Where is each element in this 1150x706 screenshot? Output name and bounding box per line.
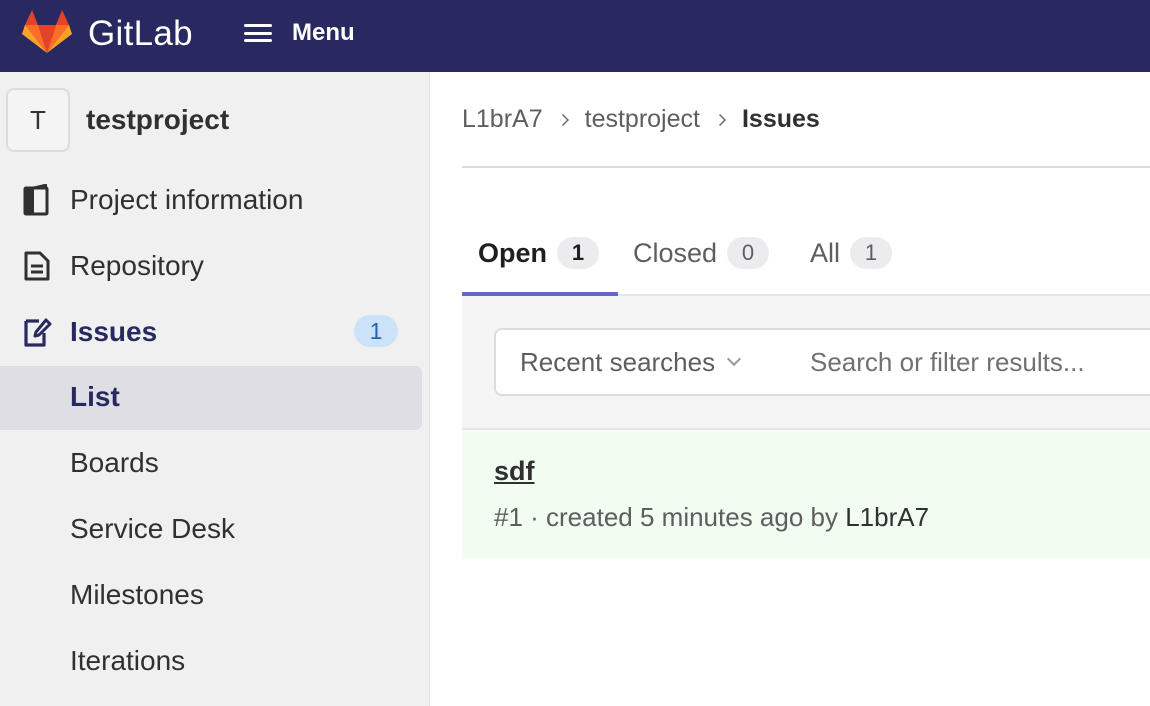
- breadcrumb-owner[interactable]: L1brA7: [462, 105, 543, 134]
- sidebar-subitem-boards[interactable]: Boards: [0, 432, 422, 496]
- recent-searches-dropdown[interactable]: Recent searches: [494, 328, 786, 396]
- top-navbar: GitLab Menu: [0, 0, 1150, 72]
- project-information-icon: [23, 184, 49, 216]
- issue-title-link[interactable]: sdf: [494, 456, 535, 487]
- sidebar-subitem-service-desk[interactable]: Service Desk: [0, 498, 422, 562]
- chevron-right-icon: [714, 113, 726, 126]
- issue-state-tabs: Open 1 Closed 0 All 1: [462, 212, 1150, 296]
- tab-all[interactable]: All 1: [810, 212, 893, 294]
- issue-meta-text: #1 · created 5 minutes ago by: [494, 502, 846, 532]
- tab-label: Closed: [633, 237, 718, 268]
- sidebar-item-project-information[interactable]: Project information: [0, 168, 422, 232]
- issues-icon: [24, 318, 52, 347]
- chevron-right-icon: [556, 113, 569, 126]
- breadcrumb: L1brA7 testproject Issues: [462, 105, 820, 134]
- tab-count-badge: 0: [727, 237, 770, 269]
- tab-count-badge: 1: [557, 237, 600, 269]
- breadcrumb-project[interactable]: testproject: [585, 105, 700, 134]
- sidebar-item-label: Project information: [70, 184, 304, 215]
- sidebar-subitem-label: Service Desk: [70, 513, 235, 544]
- menu-label: Menu: [292, 19, 355, 46]
- sidebar-subitem-iterations[interactable]: Iterations: [0, 630, 422, 694]
- project-header[interactable]: T testproject: [6, 88, 229, 152]
- main-content: L1brA7 testproject Issues Open 1 Closed …: [431, 72, 1150, 706]
- project-name[interactable]: testproject: [86, 104, 229, 136]
- chevron-down-icon: [727, 351, 742, 367]
- sidebar-subitem-label: Milestones: [70, 579, 204, 610]
- filter-bar: Recent searches: [462, 296, 1150, 430]
- menu-button[interactable]: Menu: [244, 16, 355, 50]
- recent-searches-label: Recent searches: [520, 346, 716, 377]
- hamburger-icon: [244, 23, 272, 43]
- sidebar: T testproject Project information Reposi…: [0, 72, 430, 706]
- tab-label: All: [810, 237, 841, 268]
- tab-label: Open: [478, 237, 548, 268]
- search-input[interactable]: [784, 328, 1150, 396]
- sidebar-item-issues[interactable]: Issues 1: [0, 300, 422, 364]
- sidebar-subitem-label: List: [70, 381, 120, 412]
- sidebar-subitem-list[interactable]: List: [0, 366, 422, 430]
- sidebar-subitem-label: Boards: [70, 447, 159, 478]
- tab-count-badge: 1: [850, 237, 893, 269]
- sidebar-item-label: Repository: [70, 250, 204, 281]
- sidebar-subitem-milestones[interactable]: Milestones: [0, 564, 422, 628]
- breadcrumb-current[interactable]: Issues: [742, 105, 820, 134]
- issues-count-badge: 1: [354, 315, 398, 347]
- sidebar-subitem-label: Iterations: [70, 645, 186, 676]
- document-icon: [24, 251, 50, 281]
- brand-name[interactable]: GitLab: [88, 14, 193, 54]
- issue-meta: #1 · created 5 minutes ago by L1brA7: [494, 502, 929, 533]
- sidebar-item-repository[interactable]: Repository: [0, 234, 422, 298]
- gitlab-logo-icon[interactable]: [22, 10, 72, 54]
- issue-author-link[interactable]: L1brA7: [845, 502, 929, 532]
- issue-list-item: sdf #1 · created 5 minutes ago by L1brA7: [462, 430, 1150, 558]
- tab-open[interactable]: Open 1: [478, 212, 600, 294]
- breadcrumb-divider: [462, 166, 1150, 168]
- project-avatar[interactable]: T: [6, 88, 70, 152]
- sidebar-item-label: Issues: [70, 316, 158, 347]
- tab-closed[interactable]: Closed 0: [633, 212, 770, 294]
